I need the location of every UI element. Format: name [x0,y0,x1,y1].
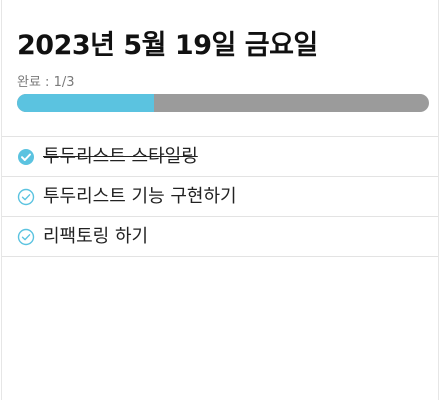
todo-app: 2023년 5월 19일 금요일 완료 : 1/3 투두리스트 스타일링 투두리… [1,0,439,400]
todo-text: 리팩토링 하기 [43,225,149,247]
check-circle-filled-icon[interactable] [17,148,35,166]
todo-header: 2023년 5월 19일 금요일 완료 : 1/3 [2,0,438,137]
todo-item[interactable]: 투두리스트 스타일링 [2,137,438,177]
progress-bar [17,94,429,112]
todo-text: 투두리스트 기능 구현하기 [43,185,237,207]
check-circle-outline-icon[interactable] [17,228,35,246]
progress-label: 완료 : 1/3 [17,75,75,90]
progress-fill [17,94,155,112]
date-title: 2023년 5월 19일 금요일 [17,30,318,61]
todo-item[interactable]: 투두리스트 기능 구현하기 [2,177,438,217]
todo-list: 투두리스트 스타일링 투두리스트 기능 구현하기 리팩토링 하기 [2,137,438,257]
check-circle-outline-icon[interactable] [17,188,35,206]
todo-item[interactable]: 리팩토링 하기 [2,217,438,257]
todo-text: 투두리스트 스타일링 [43,145,198,167]
